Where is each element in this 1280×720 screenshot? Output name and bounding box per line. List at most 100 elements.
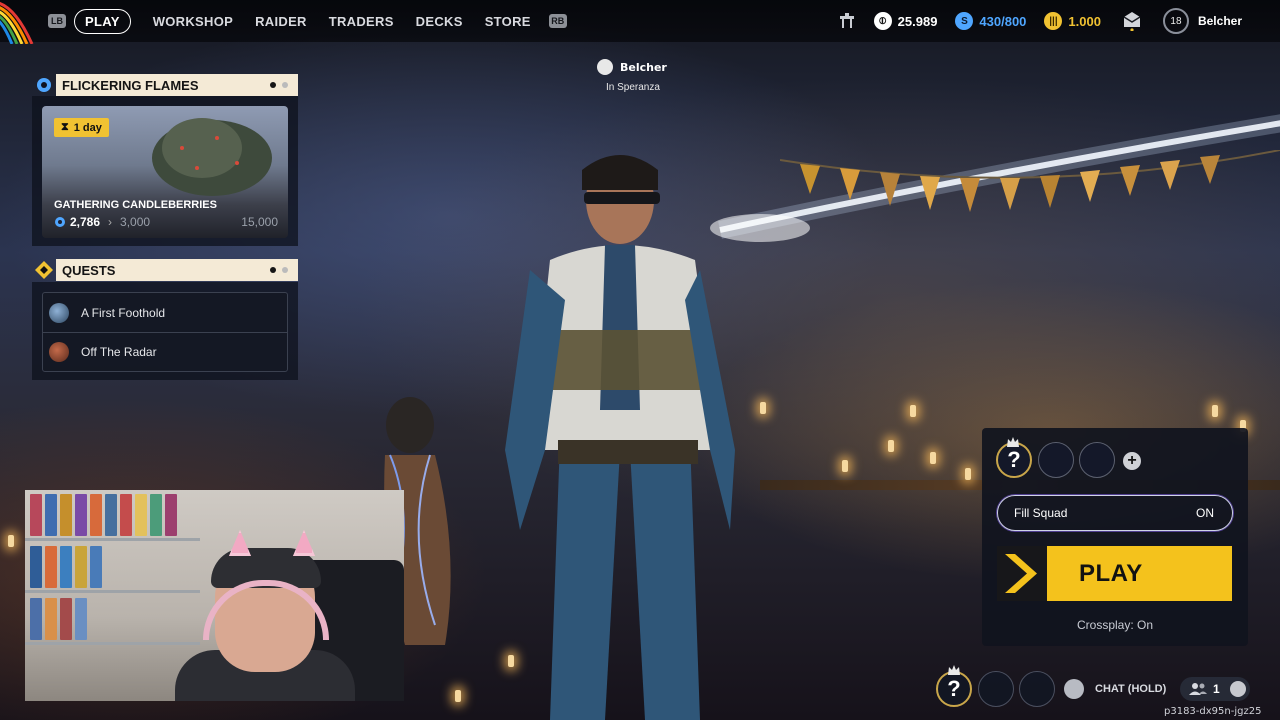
- event-progress-max: 15,000: [241, 215, 278, 229]
- event-timer-text: 1 day: [73, 121, 102, 134]
- candle: [965, 468, 971, 480]
- candle: [8, 535, 14, 547]
- party-button[interactable]: 1: [1180, 677, 1250, 701]
- quest-item[interactable]: Off The Radar: [43, 332, 287, 371]
- gold-currency-value: 1.000: [1068, 13, 1101, 29]
- crown-icon: [948, 665, 960, 675]
- shelf: [25, 590, 200, 593]
- event-progress: 2,786 › 3,000 15,000: [54, 215, 278, 229]
- collectible-box: [150, 494, 162, 536]
- webcam-overlay: [25, 490, 404, 701]
- build-id: p3183-dx95n-jgz25: [1164, 706, 1262, 717]
- add-squad-member-button[interactable]: +: [1123, 452, 1141, 470]
- right-bumper-hint: RB: [548, 14, 567, 28]
- rainbow-stripes-logo: [0, 1, 34, 44]
- chat-hint[interactable]: CHAT (HOLD): [1064, 679, 1166, 699]
- quest-item[interactable]: A First Foothold: [43, 293, 287, 332]
- collectible-box: [30, 598, 42, 640]
- currency-and-profile: ⦶ 25.989 S 430/800 ||| 1.000 18 Belcher: [838, 0, 1280, 42]
- gear-event-icon: [32, 74, 56, 96]
- player-character: [505, 155, 735, 720]
- event-card[interactable]: ⧗ 1 day GATHERING CANDLEBERRIES 2,786 › …: [42, 106, 288, 238]
- fill-squad-label: Fill Squad: [1014, 506, 1068, 520]
- tab-decks[interactable]: DECKS: [416, 14, 463, 29]
- event-progress-current: 2,786: [70, 215, 101, 229]
- workbench-icon[interactable]: [838, 13, 856, 29]
- main-tabs: LB PLAY WORKSHOP RAIDER TRADERS DECKS ST…: [48, 8, 567, 34]
- left-bumper-hint: LB: [48, 14, 66, 28]
- bottom-squad-slot-empty[interactable]: [1019, 671, 1055, 707]
- candle: [888, 440, 894, 452]
- candle: [930, 452, 936, 464]
- candleberry-tree-image: [152, 118, 272, 196]
- candle: [842, 460, 848, 472]
- bottom-squad-slot-self[interactable]: ?: [936, 671, 972, 707]
- quest-giver-avatar: [49, 342, 69, 362]
- cat-ear-right: [293, 530, 315, 556]
- collectible-box: [60, 598, 72, 640]
- event-pager-dots[interactable]: [270, 82, 288, 88]
- crossplay-status: Crossplay: On: [1076, 618, 1154, 632]
- menu-icon: [1229, 681, 1246, 697]
- bottom-squad-slot-empty[interactable]: [978, 671, 1014, 707]
- player-location: In Speranza: [606, 82, 660, 93]
- collectible-box: [45, 546, 57, 588]
- coins-value: 25.989: [897, 13, 938, 29]
- collectible-box: [120, 494, 132, 536]
- event-timer-badge: ⧗ 1 day: [54, 118, 109, 137]
- squad-slot-empty[interactable]: [1079, 442, 1115, 478]
- collectible-box: [45, 598, 57, 640]
- bunting-decoration: [780, 150, 1280, 212]
- collectible-box: [60, 546, 72, 588]
- chat-label: CHAT (HOLD): [1095, 683, 1167, 695]
- top-navigation-bar: LB PLAY WORKSHOP RAIDER TRADERS DECKS ST…: [0, 0, 1280, 44]
- shelf: [25, 538, 200, 541]
- candle: [910, 405, 916, 417]
- event-progress-next: 3,000: [120, 215, 151, 229]
- event-header: FLICKERING FLAMES: [32, 74, 298, 96]
- fill-squad-value: ON: [1196, 506, 1214, 520]
- coin-icon: ⦶: [873, 12, 892, 30]
- player-name: Belcher: [620, 60, 667, 74]
- party-members-icon: [1189, 683, 1207, 695]
- username[interactable]: Belcher: [1198, 14, 1242, 28]
- play-button[interactable]: PLAY: [997, 546, 1232, 601]
- player-level-badge[interactable]: 18: [1162, 8, 1189, 34]
- squad-slot-empty[interactable]: [1038, 442, 1074, 478]
- blue-currency-value: 430/800: [979, 13, 1027, 29]
- crown-icon: [1007, 437, 1019, 447]
- crown-icon: [597, 59, 613, 75]
- gold-currency-stat[interactable]: ||| 1.000: [1044, 12, 1101, 30]
- mail-icon[interactable]: [1123, 11, 1141, 31]
- tab-raider[interactable]: RAIDER: [255, 14, 307, 29]
- fill-squad-toggle[interactable]: Fill Squad ON: [997, 495, 1233, 531]
- tab-play[interactable]: PLAY: [74, 8, 131, 34]
- collectible-box: [75, 546, 87, 588]
- blue-currency-stat[interactable]: S 430/800: [955, 12, 1026, 30]
- collectible-box: [75, 494, 87, 536]
- collectible-box: [30, 546, 42, 588]
- chat-button-icon: [1064, 679, 1084, 699]
- player-nameplate: Belcher In Speranza: [597, 59, 667, 93]
- chevron-right-icon: ›: [108, 215, 113, 229]
- cat-ear-left: [229, 530, 251, 556]
- coins-stat[interactable]: ⦶ 25.989: [873, 12, 938, 30]
- event-header-title: FLICKERING FLAMES: [62, 77, 199, 93]
- collectible-box: [135, 494, 147, 536]
- collectible-box: [45, 494, 57, 536]
- quests-pager-dots[interactable]: [270, 267, 288, 273]
- candle: [1212, 405, 1218, 417]
- collectible-box: [105, 494, 117, 536]
- quests-header: QUESTS: [32, 259, 298, 281]
- candle: [455, 690, 461, 702]
- quest-label: A First Foothold: [81, 305, 166, 320]
- event-title: GATHERING CANDLEBERRIES: [54, 199, 217, 211]
- party-count: 1: [1213, 682, 1220, 696]
- gold-token-icon: |||: [1044, 12, 1063, 30]
- collectible-box: [75, 598, 87, 640]
- hourglass-icon: ⧗: [61, 121, 69, 133]
- tab-store[interactable]: STORE: [485, 14, 531, 29]
- tab-workshop[interactable]: WORKSHOP: [153, 14, 233, 29]
- shelf: [25, 642, 200, 645]
- tab-traders[interactable]: TRADERS: [329, 14, 394, 29]
